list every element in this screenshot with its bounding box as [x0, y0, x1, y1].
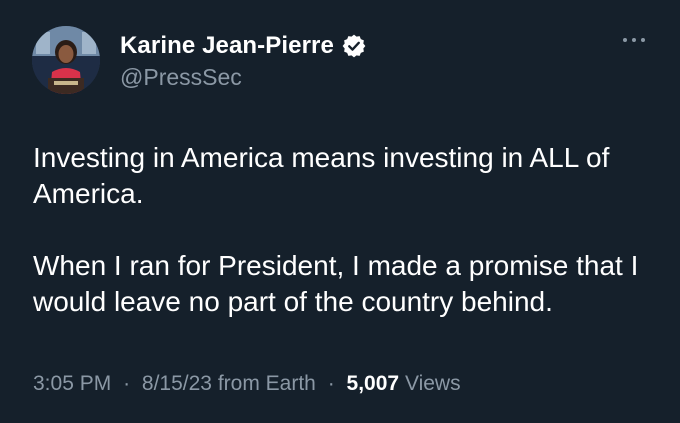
tweet-meta: 3:05 PM · 8/15/23 from Earth · 5,007 Vie…: [33, 372, 461, 396]
tweet-paragraph: Investing in America means investing in …: [33, 142, 610, 209]
verified-badge-icon[interactable]: [341, 33, 367, 59]
meta-separator: ·: [123, 372, 131, 395]
tweet-source: from Earth: [217, 372, 316, 395]
tweet-header: Karine Jean-Pierre @PressSec: [32, 26, 656, 98]
tweet-paragraph: When I ran for President, I made a promi…: [33, 250, 639, 317]
display-name[interactable]: Karine Jean-Pierre: [120, 32, 334, 60]
tweet-card: Karine Jean-Pierre @PressSec Investing i…: [0, 0, 680, 423]
meta-separator: ·: [327, 372, 335, 395]
tweet-time[interactable]: 3:05 PM: [33, 372, 111, 395]
views-label: Views: [404, 372, 461, 395]
tweet-text: Investing in America means investing in …: [33, 140, 653, 320]
avatar[interactable]: [32, 26, 100, 94]
display-name-row: Karine Jean-Pierre: [120, 30, 367, 62]
view-count[interactable]: 5,007: [347, 372, 400, 395]
author-names: Karine Jean-Pierre @PressSec: [120, 30, 367, 91]
author-handle[interactable]: @PressSec: [120, 64, 367, 91]
more-horizontal-icon[interactable]: [622, 32, 646, 42]
tweet-date[interactable]: 8/15/23: [142, 372, 212, 395]
avatar-image: [32, 26, 100, 94]
